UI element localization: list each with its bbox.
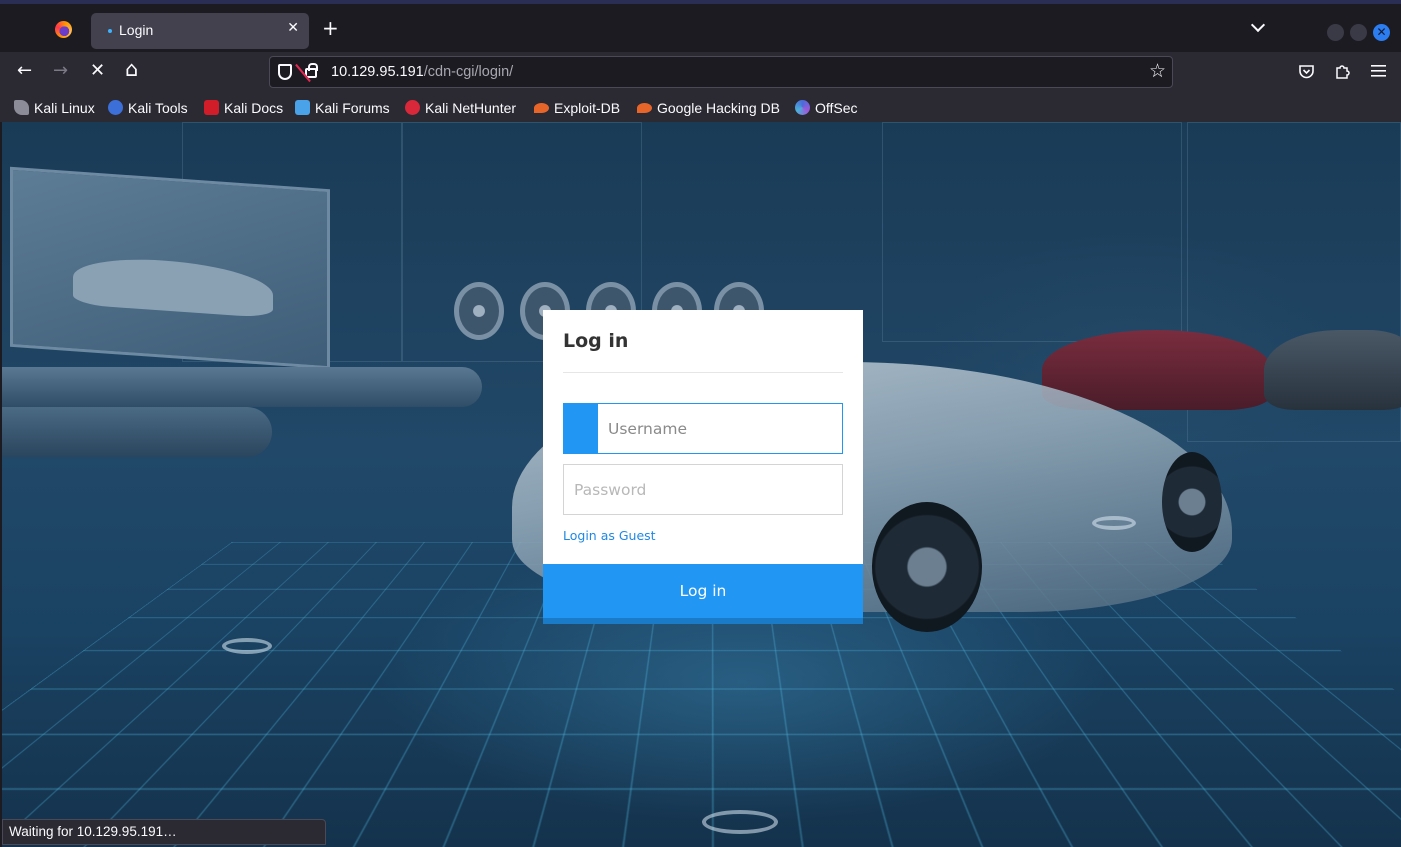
dark-car-shape xyxy=(1264,330,1401,410)
back-arrow-icon[interactable]: ← xyxy=(17,60,32,82)
password-input[interactable] xyxy=(574,465,836,514)
tracking-protection-shield-icon[interactable] xyxy=(278,64,292,80)
wheel-rim xyxy=(454,282,504,340)
bookmark-exploit-db[interactable]: Exploit-DB xyxy=(534,98,620,116)
bookmark-label: Google Hacking DB xyxy=(657,100,780,116)
exploit-db-icon xyxy=(534,103,549,113)
menu-icon[interactable] xyxy=(1371,64,1386,78)
minimize-window-button[interactable] xyxy=(1327,24,1344,41)
list-all-tabs-chevron-down-icon[interactable] xyxy=(1250,17,1266,33)
ghdb-icon xyxy=(637,103,652,113)
password-field[interactable] xyxy=(563,464,843,515)
tab-close-icon[interactable]: ✕ xyxy=(287,20,299,36)
bookmark-label: Kali NetHunter xyxy=(425,100,517,116)
bookmark-label: Kali Tools xyxy=(128,100,188,116)
username-accent-icon xyxy=(564,404,598,453)
url-text[interactable]: 10.129.95.191/cdn-cgi/login/ xyxy=(331,64,513,80)
tab-strip: Login ✕ + ✕ xyxy=(0,0,1401,52)
home-icon[interactable]: ⌂ xyxy=(125,58,138,80)
username-field[interactable] xyxy=(563,403,843,454)
extensions-icon[interactable] xyxy=(1334,62,1352,80)
url-host: 10.129.95.191 xyxy=(331,64,424,80)
new-tab-icon[interactable]: + xyxy=(322,18,339,38)
floor-marker xyxy=(1092,516,1136,530)
car-poster xyxy=(10,166,330,370)
bookmarks-toolbar: Kali Linux Kali Tools Kali Docs Kali For… xyxy=(0,92,1401,122)
bookmark-star-icon[interactable]: ☆ xyxy=(1149,60,1166,82)
login-button[interactable]: Log in xyxy=(543,564,863,624)
bookmark-label: Kali Forums xyxy=(315,100,390,116)
stop-loading-icon[interactable]: ✕ xyxy=(90,60,105,82)
tab-login[interactable]: Login ✕ xyxy=(91,13,309,49)
close-window-button[interactable]: ✕ xyxy=(1373,24,1390,41)
tab-title: Login xyxy=(119,22,154,38)
floor-marker xyxy=(222,638,272,654)
bookmark-label: OffSec xyxy=(815,100,858,116)
bookmark-kali-linux[interactable]: Kali Linux xyxy=(14,98,95,116)
bookmark-label: Exploit-DB xyxy=(554,100,621,116)
display-shelf xyxy=(2,367,482,407)
offsec-icon xyxy=(795,100,810,115)
bookmark-kali-nethunter[interactable]: Kali NetHunter xyxy=(405,98,516,116)
car-wheel xyxy=(872,502,982,632)
page-content: Log in Login as Guest Log in xyxy=(2,122,1401,847)
wall-panel xyxy=(882,122,1182,342)
bookmark-kali-tools[interactable]: Kali Tools xyxy=(108,98,188,116)
kali-forums-icon xyxy=(295,100,310,115)
bookmark-kali-docs[interactable]: Kali Docs xyxy=(204,98,283,116)
username-input[interactable] xyxy=(608,404,838,453)
firefox-logo-icon xyxy=(55,21,72,38)
bookmark-label: Kali Docs xyxy=(224,100,284,116)
kali-tools-icon xyxy=(108,100,123,115)
login-as-guest-link[interactable]: Login as Guest xyxy=(563,528,656,543)
pocket-icon[interactable] xyxy=(1298,63,1315,80)
browser-window: Login ✕ + ✕ ← → ✕ ⌂ 10.129.95.191/cdn-cg… xyxy=(0,0,1401,847)
bookmark-google-hacking-db[interactable]: Google Hacking DB xyxy=(637,98,780,116)
title-divider xyxy=(563,372,843,373)
display-shelf-lower xyxy=(2,407,272,457)
url-bar[interactable]: 10.129.95.191/cdn-cgi/login/ ☆ xyxy=(269,56,1173,88)
floor-marker xyxy=(702,810,778,834)
kali-dragon-icon xyxy=(14,100,29,115)
tab-loading-icon xyxy=(108,29,112,33)
kali-docs-icon xyxy=(204,100,219,115)
bookmark-kali-forums[interactable]: Kali Forums xyxy=(295,98,390,116)
forward-arrow-icon[interactable]: → xyxy=(53,60,68,82)
login-card: Log in Login as Guest Log in xyxy=(543,310,863,624)
url-path: /cdn-cgi/login/ xyxy=(423,64,514,80)
bookmark-label: Kali Linux xyxy=(34,100,95,116)
login-title: Log in xyxy=(563,330,629,352)
kali-nethunter-icon xyxy=(405,100,420,115)
poster-car-shape xyxy=(73,254,273,319)
status-panel: Waiting for 10.129.95.191… xyxy=(2,819,326,845)
car-wheel xyxy=(1162,452,1222,552)
maximize-window-button[interactable] xyxy=(1350,24,1367,41)
navigation-toolbar: ← → ✕ ⌂ 10.129.95.191/cdn-cgi/login/ ☆ xyxy=(0,52,1401,92)
bookmark-offsec[interactable]: OffSec xyxy=(795,98,858,116)
